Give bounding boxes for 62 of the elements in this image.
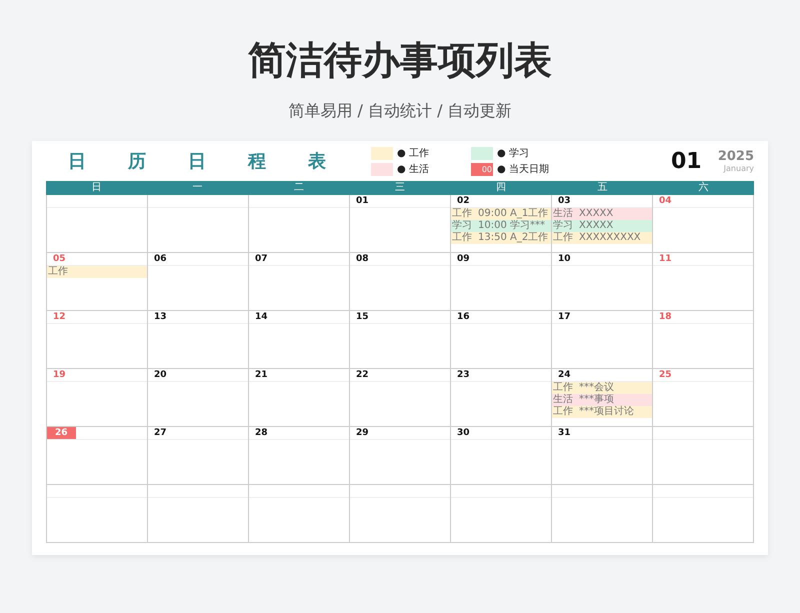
day-number: 14 [254,311,269,323]
weekday-label: 三 [394,182,405,194]
day-number: 27 [153,427,168,439]
day-number: 22 [355,369,370,381]
event-row[interactable]: 工作 09:00 A_1工作 [451,208,551,220]
day-number: 29 [355,427,370,439]
event-row[interactable]: 工作 [47,266,147,278]
weekday-label: 四 [496,182,506,194]
weekday-label: 五 [597,182,608,194]
year: 2025 [718,149,754,164]
weekday-label: 日 [92,182,102,194]
calendar-title: 日历日程表 [67,150,368,173]
day-number: 16 [456,311,471,323]
day-number: 15 [355,311,370,323]
page-title: 简洁待办事项列表 [248,37,552,84]
day-number: 09 [456,253,471,265]
day-number: 05 [52,253,67,265]
legend-label: ● 当天日期 [497,162,549,176]
event-row[interactable]: 工作 XXXXXXXXX [552,232,652,244]
event-row[interactable]: 学习 10:00 学习*** [451,220,551,232]
event-row[interactable]: 生活 XXXXX [552,208,652,220]
day-number: 17 [557,311,572,323]
day-number: 30 [456,427,471,439]
event-row[interactable]: 生活 ***事项 [552,394,652,406]
event-row[interactable]: 工作 13:50 A_2工作 [451,232,551,244]
legend-swatch: 00 [471,162,493,176]
day-number: 24 [557,369,572,381]
weekday-label: 二 [294,182,304,194]
day-number: 13 [153,311,168,323]
day-number: 23 [456,369,471,381]
day-number: 03 [557,195,572,207]
day-number: 28 [254,427,269,439]
day-number: 02 [456,195,471,207]
day-number: 20 [153,369,168,381]
weekday-label: 一 [192,182,203,194]
day-number: 12 [52,311,67,323]
day-number: 21 [254,369,269,381]
event-row[interactable]: 工作 ***会议 [552,382,652,394]
legend-swatch [371,162,393,176]
day-number: 01 [355,195,370,207]
day-number: 06 [153,253,168,265]
day-number: 10 [557,253,572,265]
month-number: 01 [671,148,702,174]
month-name: January [722,164,754,173]
weekday-label: 六 [698,182,708,194]
legend-swatch [371,146,393,160]
legend-swatch [471,146,493,160]
event-row[interactable]: 学习 XXXXX [552,220,652,232]
day-number: 31 [557,427,572,439]
day-number: 11 [658,253,673,265]
day-number: 08 [355,253,370,265]
day-number: 19 [52,369,67,381]
day-number: 07 [254,253,269,265]
page-subtitle: 简单易用 / 自动统计 / 自动更新 [288,100,512,122]
legend-label: ● 生活 [397,162,429,176]
legend-label: ● 工作 [397,147,429,160]
day-number: 18 [658,311,673,323]
day-number: 26 [47,427,76,439]
legend-label: ● 学习 [497,147,529,160]
day-number: 04 [658,195,673,207]
event-row[interactable]: 工作 ***项目讨论 [552,406,652,418]
day-number: 25 [658,369,673,381]
